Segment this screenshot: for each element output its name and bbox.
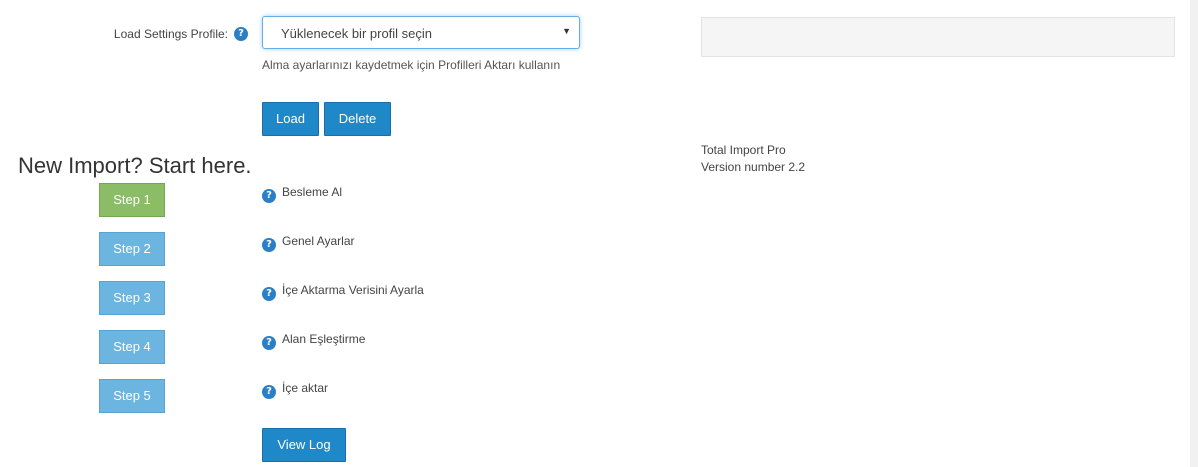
step-3-label: İçe Aktarma Verisini Ayarla [282, 283, 424, 297]
step-5-label: İçe aktar [282, 381, 329, 395]
step-1-row: ? Besleme Al [262, 184, 342, 203]
step-4-button[interactable]: Step 4 [99, 330, 165, 364]
step-1-button[interactable]: Step 1 [99, 183, 165, 217]
question-circle-icon[interactable]: ? [262, 336, 276, 350]
question-circle-icon[interactable]: ? [262, 238, 276, 252]
scrollbar[interactable] [1190, 0, 1198, 467]
profile-help-text: Alma ayarlarınızı kaydetmek için Profill… [262, 58, 561, 72]
new-import-heading: New Import? Start here. [18, 153, 252, 178]
question-circle-icon[interactable]: ? [262, 385, 276, 399]
view-log-button[interactable]: View Log [262, 428, 346, 462]
step-5-button[interactable]: Step 5 [99, 379, 165, 413]
load-button[interactable]: Load [262, 102, 319, 136]
delete-button[interactable]: Delete [324, 102, 391, 136]
step-2-row: ? Genel Ayarlar [262, 233, 355, 252]
step-2-label: Genel Ayarlar [282, 234, 355, 248]
total-import-page: Load Settings Profile: ? Yüklenecek bir … [0, 0, 1198, 467]
question-circle-icon[interactable]: ? [262, 287, 276, 301]
step-2-button[interactable]: Step 2 [99, 232, 165, 266]
question-circle-icon[interactable]: ? [262, 189, 276, 203]
caret-down-icon: ▼ [562, 26, 571, 36]
product-version: Version number 2.2 [701, 160, 806, 174]
profile-select-value: Yüklenecek bir profil seçin [281, 26, 433, 41]
step-5-row: ? İçe aktar [262, 380, 328, 399]
info-panel [701, 17, 1175, 57]
question-circle-icon[interactable]: ? [234, 27, 248, 41]
step-1-label: Besleme Al [282, 185, 343, 199]
step-4-row: ? Alan Eşleştirme [262, 331, 365, 350]
profile-select[interactable]: Yüklenecek bir profil seçin ▼ [262, 16, 580, 49]
step-3-button[interactable]: Step 3 [99, 281, 165, 315]
profile-label: Load Settings Profile: [113, 27, 228, 41]
product-name: Total Import Pro [701, 143, 786, 157]
step-4-label: Alan Eşleştirme [282, 332, 366, 346]
step-3-row: ? İçe Aktarma Verisini Ayarla [262, 282, 424, 301]
